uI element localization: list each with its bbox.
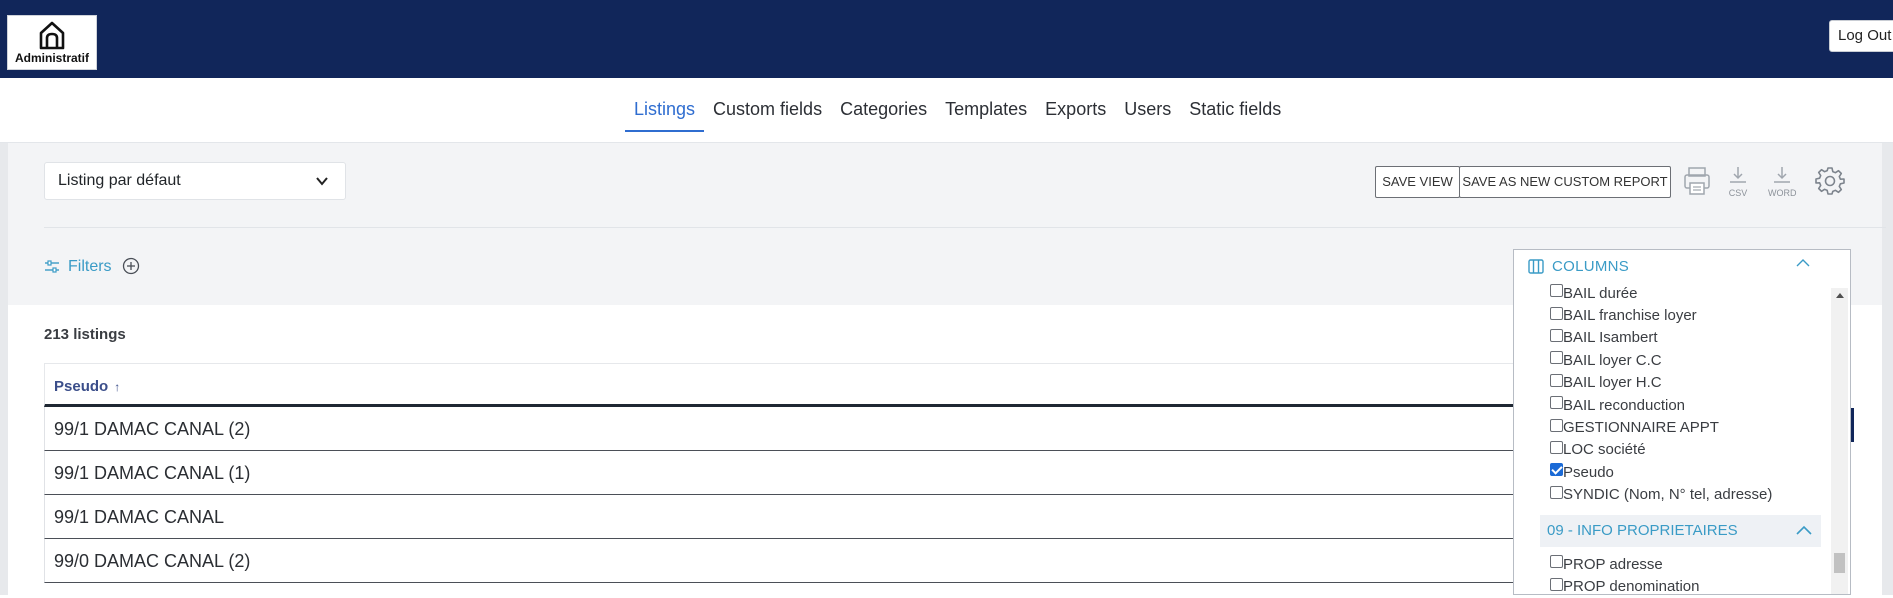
csv-caption: CSV bbox=[1728, 188, 1748, 198]
nav-static-fields[interactable]: Static fields bbox=[1180, 78, 1290, 132]
app-logo[interactable]: Administratif bbox=[7, 15, 97, 70]
columns-scrollbar[interactable] bbox=[1831, 288, 1848, 594]
save-custom-report-button[interactable]: SAVE AS NEW CUSTOM REPORT bbox=[1459, 166, 1671, 198]
nav-exports[interactable]: Exports bbox=[1036, 78, 1115, 132]
listing-count: 213 listings bbox=[44, 326, 126, 343]
columns-list: BAIL durée BAIL franchise loyer BAIL Isa… bbox=[1550, 282, 1820, 506]
toolbar-divider bbox=[44, 227, 1886, 228]
download-csv-icon bbox=[1730, 167, 1746, 183]
column-option-label: BAIL reconduction bbox=[1563, 396, 1686, 414]
word-caption: WORD bbox=[1768, 188, 1797, 198]
column-option[interactable]: BAIL franchise loyer bbox=[1550, 304, 1820, 326]
nav-users[interactable]: Users bbox=[1115, 78, 1180, 132]
csv-download-button[interactable]: CSV bbox=[1727, 165, 1749, 198]
nav-custom-fields[interactable]: Custom fields bbox=[704, 78, 831, 132]
scroll-thumb[interactable] bbox=[1834, 553, 1845, 573]
column-option-label: BAIL loyer H.C bbox=[1563, 374, 1662, 392]
view-select[interactable]: Listing par défaut bbox=[44, 162, 346, 200]
column-option-label: BAIL loyer C.C bbox=[1563, 351, 1662, 369]
checkbox-checked[interactable] bbox=[1550, 463, 1563, 477]
logout-button[interactable]: Log Out bbox=[1829, 20, 1893, 52]
scroll-up-arrow-icon[interactable] bbox=[1836, 293, 1844, 298]
columns-panel-header[interactable]: COLUMNS bbox=[1528, 258, 1629, 275]
column-option-label: PROP denomination bbox=[1563, 578, 1700, 596]
checkbox[interactable] bbox=[1550, 373, 1563, 387]
column-option-label: BAIL durée bbox=[1563, 284, 1638, 302]
columns-panel: COLUMNS BAIL durée BAIL franchise loyer … bbox=[1513, 249, 1851, 595]
columns-icon bbox=[1528, 259, 1544, 274]
chevron-up-icon bbox=[1796, 525, 1812, 535]
print-button[interactable] bbox=[1682, 165, 1712, 202]
plus-circle-icon bbox=[122, 257, 140, 275]
column-option[interactable]: PROP denomination bbox=[1550, 575, 1820, 597]
nav-categories[interactable]: Categories bbox=[831, 78, 936, 132]
column-option[interactable]: LOC société bbox=[1550, 439, 1820, 461]
column-option[interactable]: PROP adresse bbox=[1550, 553, 1820, 575]
column-option[interactable]: BAIL loyer C.C bbox=[1550, 349, 1820, 371]
column-option[interactable]: GESTIONNAIRE APPT bbox=[1550, 416, 1820, 438]
checkbox[interactable] bbox=[1550, 418, 1563, 432]
top-header: Administratif Log Out bbox=[0, 0, 1893, 78]
sort-asc-icon: ↑ bbox=[114, 380, 121, 394]
checkbox[interactable] bbox=[1550, 328, 1563, 342]
download-word-icon bbox=[1774, 167, 1791, 183]
column-option-label: SYNDIC (Nom, N° tel, adresse) bbox=[1563, 486, 1773, 504]
main-nav: Listings Custom fields Categories Templa… bbox=[0, 78, 1893, 143]
nav-templates[interactable]: Templates bbox=[936, 78, 1036, 132]
filters-label: Filters bbox=[68, 258, 112, 275]
checkbox[interactable] bbox=[1550, 306, 1563, 320]
column-header-pseudo[interactable]: Pseudo ↑ bbox=[44, 363, 1544, 407]
add-filter-button[interactable] bbox=[122, 257, 140, 280]
view-select-value: Listing par défaut bbox=[58, 172, 181, 189]
table-row[interactable]: 99/1 DAMAC CANAL bbox=[44, 495, 1544, 539]
checkbox[interactable] bbox=[1550, 440, 1563, 454]
checkbox[interactable] bbox=[1550, 555, 1563, 569]
listings-table: Pseudo ↑ 99/1 DAMAC CANAL (2) 99/1 DAMAC … bbox=[44, 363, 1544, 583]
gear-icon bbox=[1815, 167, 1845, 195]
checkbox[interactable] bbox=[1550, 351, 1563, 365]
filters-toggle[interactable]: Filters bbox=[44, 257, 112, 277]
left-gutter bbox=[0, 143, 8, 595]
column-group-header[interactable]: 09 - INFO PROPRIETAIRES bbox=[1540, 515, 1821, 547]
right-gutter bbox=[1882, 143, 1893, 595]
table-row[interactable]: 99/1 DAMAC CANAL (2) bbox=[44, 407, 1544, 451]
column-header-label: Pseudo bbox=[54, 378, 109, 395]
column-option-label: Pseudo bbox=[1563, 463, 1614, 481]
print-icon bbox=[1684, 167, 1710, 195]
column-option-label: LOC société bbox=[1563, 441, 1646, 459]
word-download-button[interactable]: WORD bbox=[1768, 165, 1797, 198]
checkbox[interactable] bbox=[1550, 284, 1563, 298]
home-icon bbox=[39, 21, 65, 50]
column-option[interactable]: BAIL reconduction bbox=[1550, 394, 1820, 416]
table-row[interactable]: 99/0 DAMAC CANAL (2) bbox=[44, 539, 1544, 583]
column-option-label: PROP adresse bbox=[1563, 555, 1663, 573]
collapse-columns-button[interactable] bbox=[1795, 256, 1811, 274]
column-option[interactable]: Pseudo bbox=[1550, 461, 1820, 483]
columns-title: COLUMNS bbox=[1552, 258, 1630, 275]
save-view-button[interactable]: SAVE VIEW bbox=[1375, 166, 1460, 198]
checkbox[interactable] bbox=[1550, 396, 1563, 410]
table-row[interactable]: 99/1 DAMAC CANAL (1) bbox=[44, 451, 1544, 495]
checkbox[interactable] bbox=[1550, 485, 1563, 499]
filter-sliders-icon bbox=[45, 260, 59, 273]
nav-listings[interactable]: Listings bbox=[625, 78, 705, 132]
column-option-label: GESTIONNAIRE APPT bbox=[1563, 419, 1719, 437]
column-option[interactable]: SYNDIC (Nom, N° tel, adresse) bbox=[1550, 484, 1820, 506]
checkbox[interactable] bbox=[1550, 577, 1563, 591]
column-option[interactable]: BAIL loyer H.C bbox=[1550, 372, 1820, 394]
column-option[interactable]: BAIL durée bbox=[1550, 282, 1820, 304]
logo-text: Administratif bbox=[14, 51, 89, 65]
columns-group-list: PROP adresse PROP denomination bbox=[1550, 553, 1820, 598]
column-option-label: BAIL Isambert bbox=[1563, 329, 1658, 347]
column-option[interactable]: BAIL Isambert bbox=[1550, 327, 1820, 349]
column-option-label: BAIL franchise loyer bbox=[1563, 307, 1697, 325]
settings-button[interactable] bbox=[1815, 166, 1845, 201]
column-group-title: 09 - INFO PROPRIETAIRES bbox=[1547, 522, 1738, 539]
chevron-up-icon bbox=[1796, 259, 1810, 267]
chevron-down-icon bbox=[316, 177, 328, 186]
